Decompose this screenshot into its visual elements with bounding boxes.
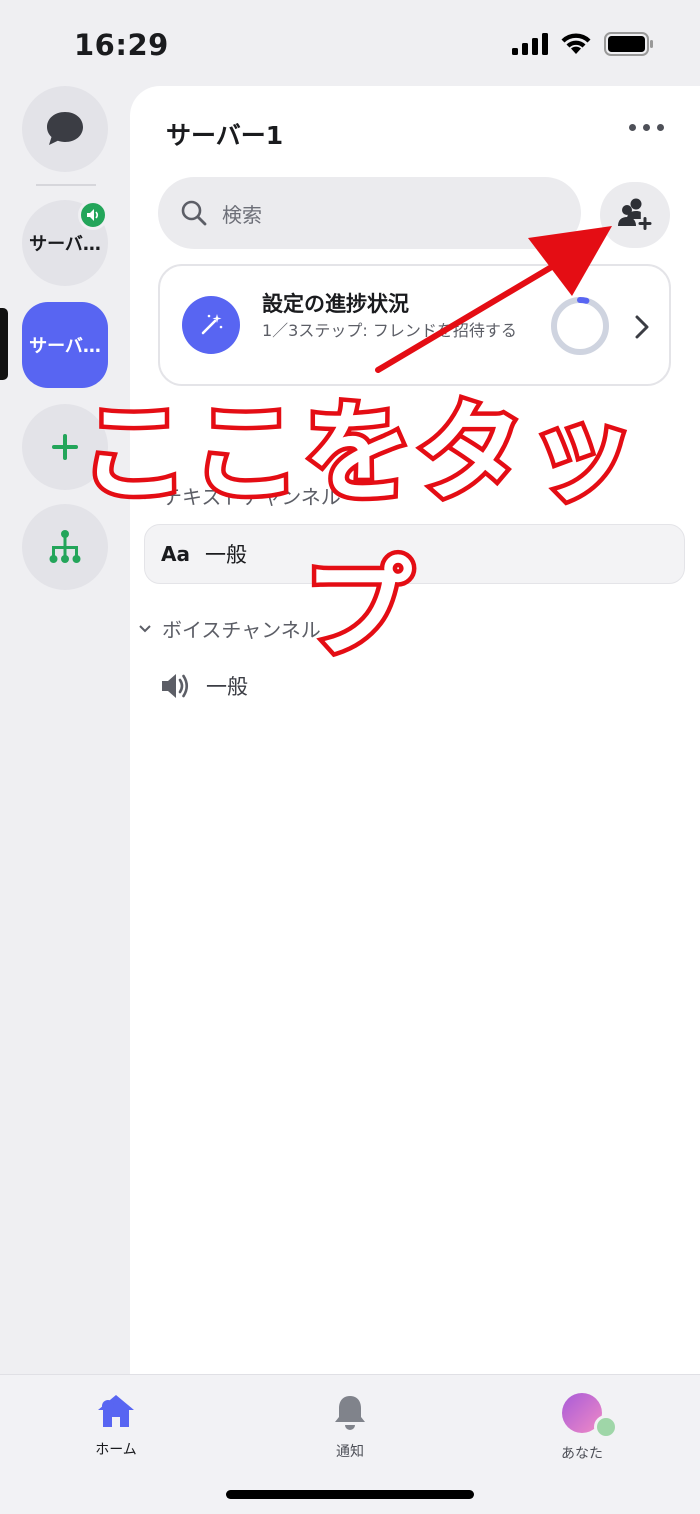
- server-label: サーバ…: [29, 234, 101, 255]
- discover-hub-button[interactable]: [22, 504, 108, 590]
- voice-active-badge: [78, 200, 108, 230]
- search-input[interactable]: 検索: [158, 177, 581, 249]
- tab-home[interactable]: ホーム: [56, 1393, 176, 1459]
- add-server-icon: [52, 434, 78, 460]
- tab-you[interactable]: あなた: [522, 1393, 642, 1463]
- magic-wand-badge: [182, 296, 240, 354]
- channel-name: 一般: [206, 675, 248, 699]
- setup-progress-card[interactable]: 設定の進捗状況 1／3ステップ: フレンドを招待する: [158, 264, 671, 386]
- speaker-icon: [87, 209, 99, 221]
- chevron-down-icon: [139, 491, 151, 499]
- server-label: サーバ…: [29, 336, 101, 357]
- chevron-right-icon: [635, 315, 649, 339]
- server-panel: サーバー1 検索 設定の進捗状況 1／3ステップ: フレンドを招待する テキスト…: [130, 86, 700, 1374]
- server-button-active[interactable]: サーバ…: [22, 302, 108, 388]
- search-placeholder: 検索: [222, 202, 262, 227]
- chat-bubble-icon: [47, 112, 83, 145]
- add-server-button[interactable]: [22, 404, 108, 490]
- category-label: ボイスチャンネル: [162, 618, 321, 642]
- add-member-icon: [618, 198, 652, 230]
- status-bar: 16:29: [0, 0, 700, 86]
- rail-divider: [36, 184, 96, 186]
- channel-name: 一般: [205, 543, 247, 567]
- hub-icon: [49, 530, 81, 563]
- selected-server-indicator: [0, 308, 8, 380]
- ellipsis-icon[interactable]: [629, 124, 664, 131]
- speaker-icon: [162, 674, 189, 698]
- tab-notifications[interactable]: 通知: [290, 1393, 410, 1461]
- progress-subtitle: 1／3ステップ: フレンドを招待する: [262, 321, 517, 340]
- tab-label: 通知: [336, 1444, 364, 1460]
- status-time: 16:29: [74, 28, 169, 62]
- signal-icon: [512, 33, 548, 55]
- battery-icon: [604, 32, 653, 56]
- chevron-down-icon: [139, 624, 151, 632]
- voice-channel-general[interactable]: 一般: [144, 656, 685, 716]
- direct-messages-button[interactable]: [22, 86, 108, 172]
- progress-ring: [551, 297, 609, 355]
- home-icon: [98, 1395, 134, 1427]
- home-indicator: [226, 1490, 474, 1499]
- text-channel-general[interactable]: Aa 一般: [144, 524, 685, 584]
- magic-wand-icon: [201, 314, 223, 335]
- invite-members-button[interactable]: [600, 182, 670, 248]
- tab-label: ホーム: [95, 1442, 137, 1458]
- wifi-icon: [561, 33, 591, 54]
- server-rail: サーバ… サーバ…: [0, 86, 130, 1374]
- progress-title: 設定の進捗状況: [262, 292, 409, 316]
- status-icons: [512, 32, 654, 56]
- text-channel-icon: Aa: [161, 542, 190, 566]
- category-voice-channels[interactable]: ボイスチャンネル: [138, 614, 321, 643]
- bell-icon: [335, 1396, 365, 1430]
- search-icon: [181, 200, 207, 226]
- category-text-channels[interactable]: テキストチャンネル: [138, 481, 341, 510]
- category-label: テキストチャンネル: [162, 485, 341, 509]
- avatar-icon: [562, 1393, 618, 1439]
- online-status-dot: [594, 1415, 618, 1439]
- tab-label: あなた: [561, 1446, 603, 1462]
- server-title[interactable]: サーバー1: [166, 116, 283, 152]
